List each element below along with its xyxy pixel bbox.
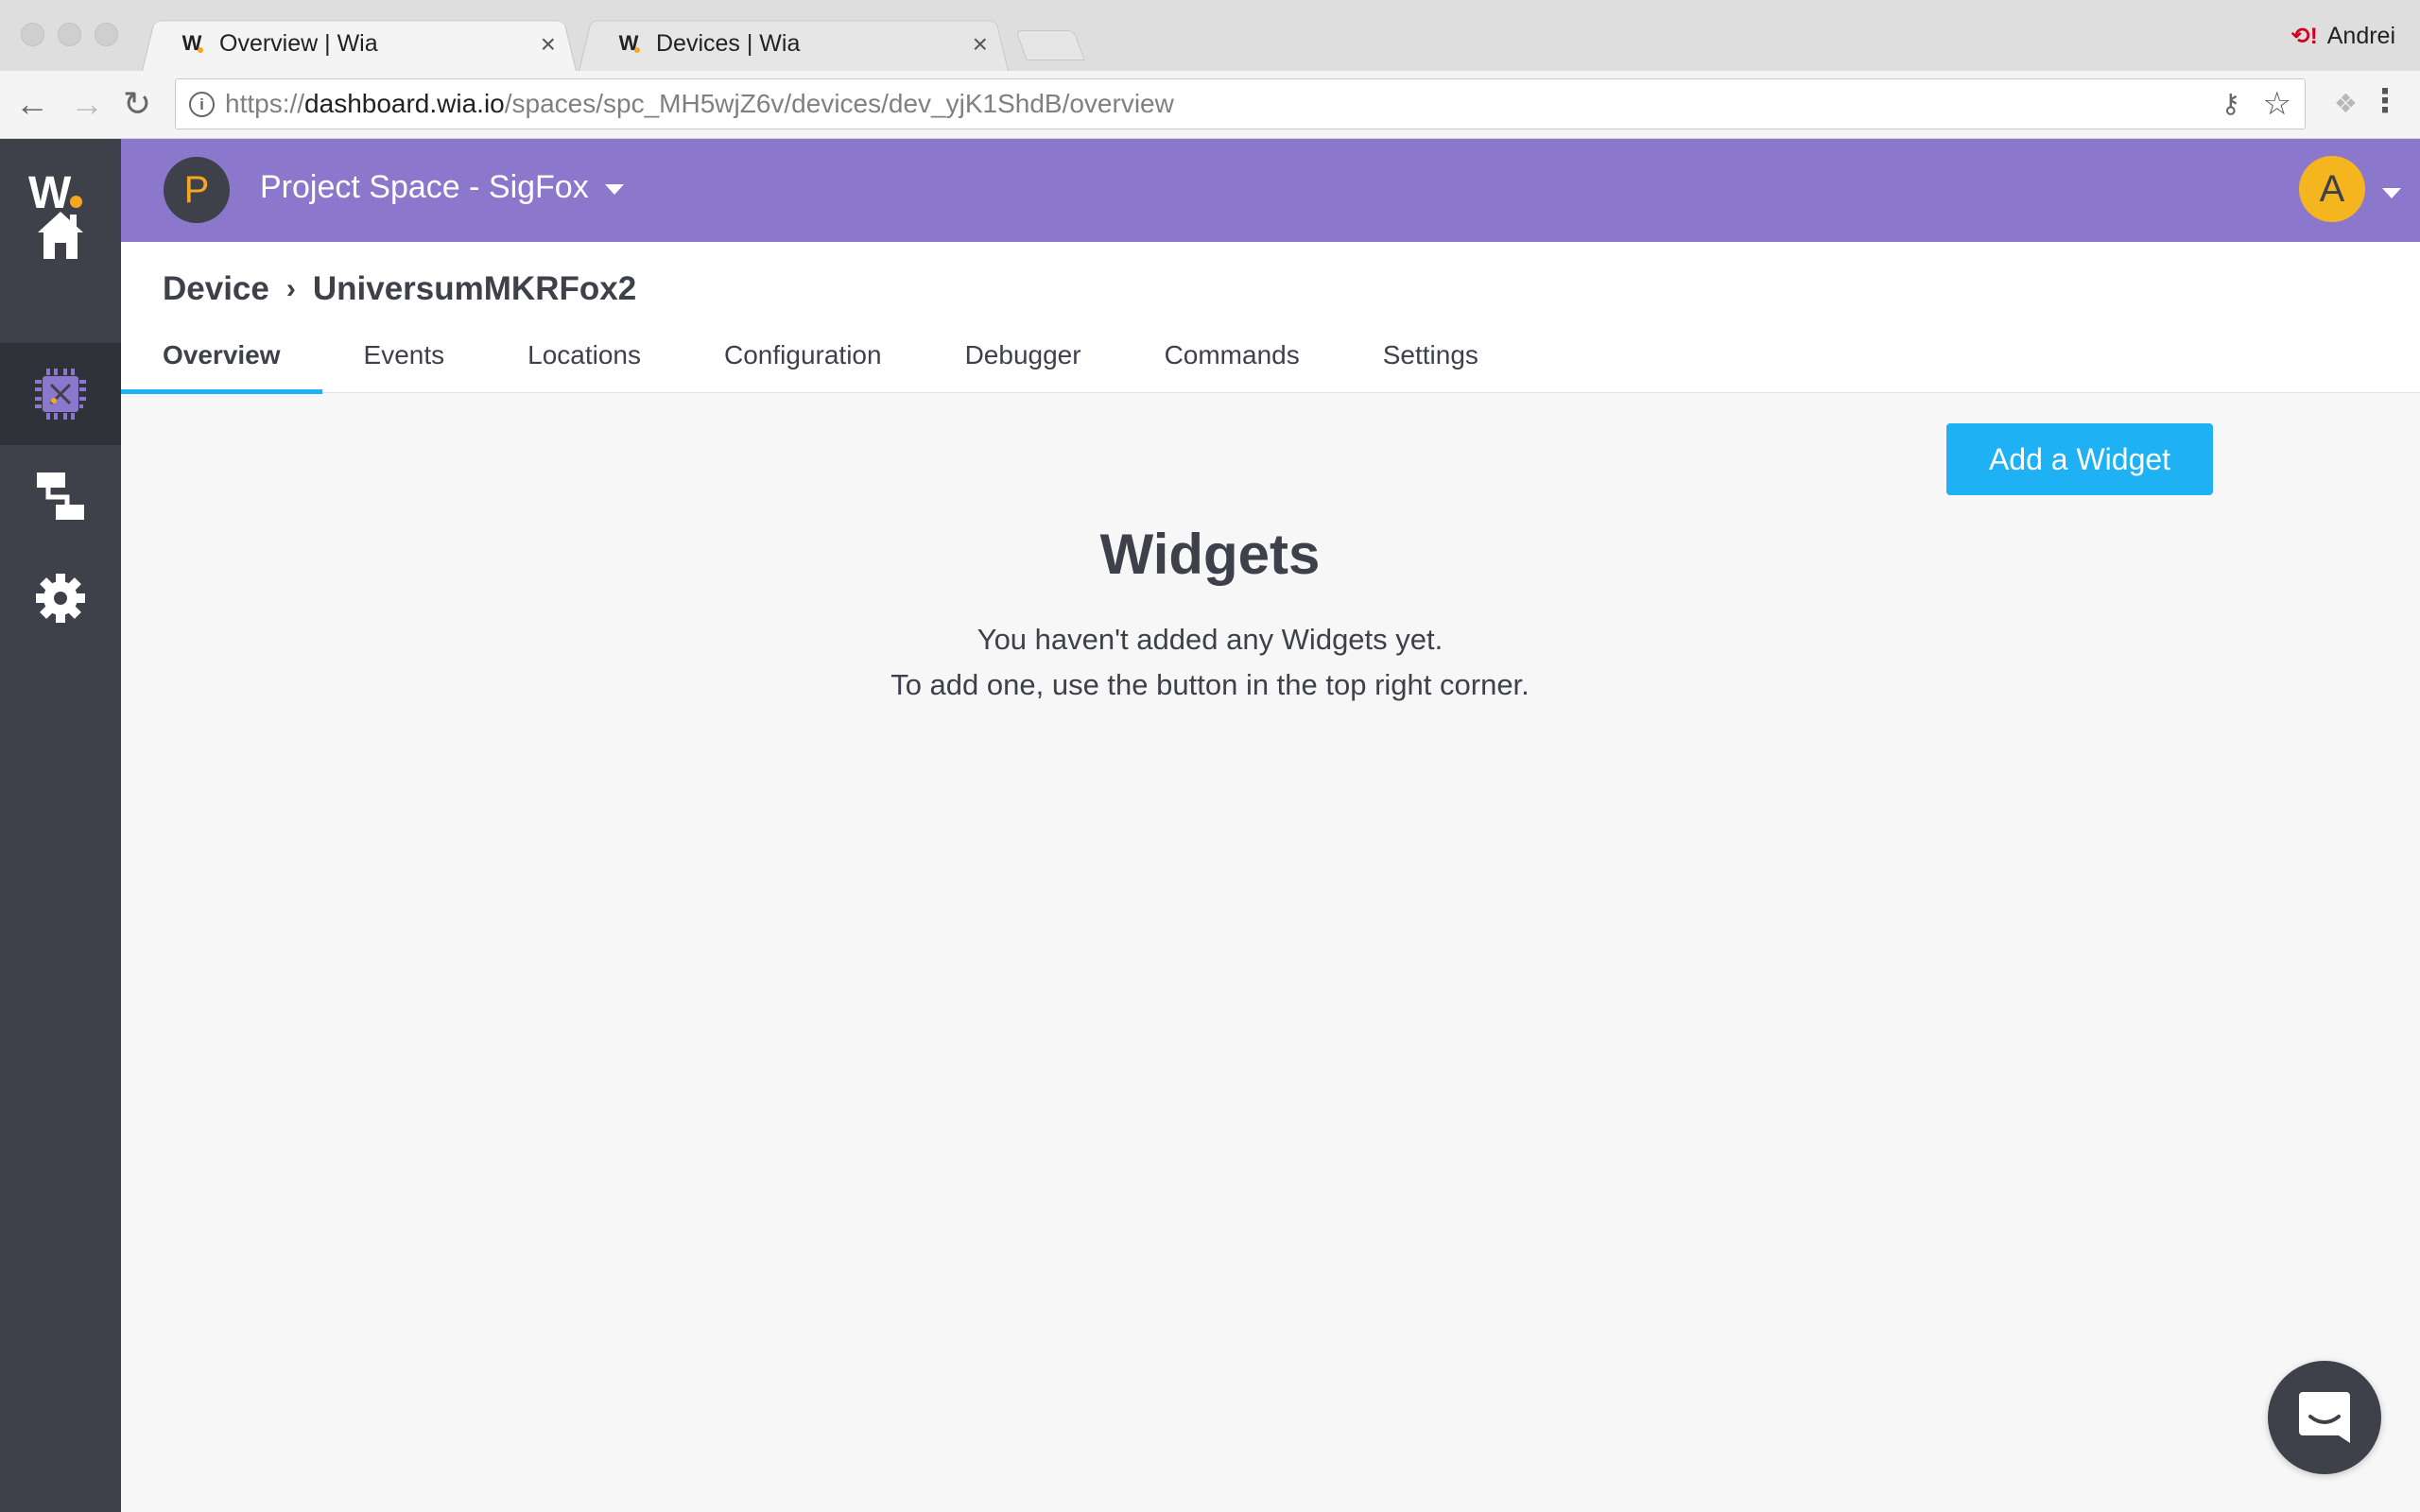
wia-favicon-icon: W	[182, 31, 203, 55]
forward-arrow-icon[interactable]: →	[70, 85, 104, 123]
browser-toolbar: ← → ↻ i https://dashboard.wia.io/spaces/…	[0, 71, 2420, 139]
space-topbar: P Project Space - SigFox A	[121, 139, 2420, 242]
new-tab-button[interactable]	[1015, 30, 1085, 60]
tab-debugger[interactable]: Debugger	[924, 327, 1123, 393]
window-zoom-button[interactable]	[95, 23, 118, 46]
tab-title: Overview | Wia	[219, 29, 378, 57]
info-icon[interactable]: i	[189, 92, 215, 117]
add-widget-button[interactable]: Add a Widget	[1946, 423, 2213, 495]
window-close-button[interactable]	[21, 23, 44, 46]
profile-name: Andrei	[2326, 23, 2395, 49]
reload-icon[interactable]: ↻	[123, 85, 151, 123]
profile-button[interactable]: ⟲! Andrei	[2291, 23, 2395, 50]
sidebar-item-devices[interactable]	[0, 343, 121, 445]
app-sidebar: W	[0, 139, 121, 1512]
sync-error-icon: ⟲!	[2290, 24, 2318, 49]
home-icon	[38, 212, 83, 259]
window-minimize-button[interactable]	[58, 23, 81, 46]
sidebar-item-settings[interactable]	[0, 547, 121, 649]
url-scheme: https://	[225, 89, 305, 118]
sidebar-item-flows[interactable]	[0, 445, 121, 547]
tab-overview[interactable]: Overview	[121, 327, 322, 394]
tab-title: Devices | Wia	[656, 29, 801, 57]
empty-state-title: Widgets	[1099, 523, 1321, 586]
chevron-right-icon: ›	[285, 273, 296, 304]
address-bar[interactable]: i https://dashboard.wia.io/spaces/spc_MH…	[175, 78, 2306, 129]
tab-locations[interactable]: Locations	[486, 327, 683, 393]
chat-launcher-button[interactable]	[2268, 1361, 2381, 1474]
chat-bubble-icon	[2299, 1392, 2350, 1443]
browser-tab-devices[interactable]: W Devices | Wia ×	[579, 16, 1009, 71]
browser-tab-overview[interactable]: W Overview | Wia ×	[142, 16, 577, 71]
empty-state-line-2: To add one, use the button in the top ri…	[890, 668, 1530, 701]
key-icon[interactable]: ⚷	[2221, 88, 2240, 119]
empty-state-line-1: You haven't added any Widgets yet.	[977, 623, 1443, 656]
tab-close-icon[interactable]: ×	[541, 29, 556, 60]
device-tabs: Overview Events Locations Configuration …	[121, 327, 1520, 394]
dropbox-icon[interactable]: ❖	[2334, 88, 2358, 119]
page-title: UniversumMKRFox2	[312, 270, 637, 307]
tab-events[interactable]: Events	[322, 327, 487, 393]
sidebar-item-home[interactable]	[0, 184, 121, 286]
breadcrumb: Device › UniversumMKRFox2	[163, 270, 636, 308]
chevron-down-icon[interactable]	[605, 184, 624, 195]
url-host: dashboard.wia.io	[304, 89, 505, 118]
browser-tab-strip: W Overview | Wia × W Devices | Wia × ⟲! …	[0, 0, 2420, 71]
chevron-down-icon[interactable]	[2382, 188, 2401, 198]
breadcrumb-root[interactable]: Device	[163, 270, 269, 308]
overview-content: Add a Widget Widgets You haven't added a…	[121, 394, 2420, 1512]
tab-commands[interactable]: Commands	[1123, 327, 1341, 393]
space-avatar[interactable]: P	[164, 157, 230, 223]
flow-icon	[37, 472, 84, 520]
tab-close-icon[interactable]: ×	[973, 29, 988, 60]
space-switcher[interactable]: Project Space - SigFox	[260, 169, 589, 206]
tab-settings[interactable]: Settings	[1341, 327, 1520, 393]
device-header: Device › UniversumMKRFox2 Overview Event…	[121, 242, 2420, 394]
wia-favicon-icon: W	[618, 31, 640, 55]
menu-dots-icon[interactable]: ⋮	[2369, 82, 2401, 120]
star-icon[interactable]: ☆	[2263, 85, 2291, 123]
device-chip-icon	[35, 369, 86, 420]
tab-configuration[interactable]: Configuration	[683, 327, 924, 393]
url-path: /spaces/spc_MH5wjZ6v/devices/dev_yjK1Shd…	[504, 89, 1174, 118]
user-avatar[interactable]: A	[2299, 156, 2365, 222]
gear-icon	[36, 574, 85, 623]
back-arrow-icon[interactable]: ←	[15, 85, 49, 123]
